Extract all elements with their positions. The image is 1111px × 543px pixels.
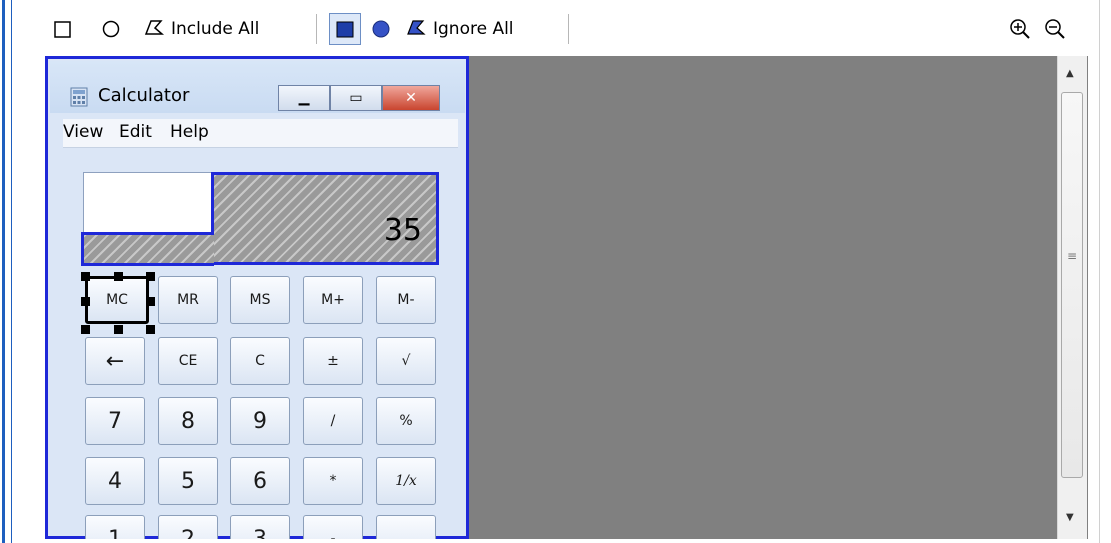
key-mr[interactable]: MR [158, 276, 218, 324]
toolbar-separator [568, 14, 569, 44]
grip-icon: ≡ [1067, 249, 1078, 263]
key-7[interactable]: 7 [85, 397, 145, 445]
selection-handle[interactable] [146, 297, 155, 306]
calculator-titlebar: Calculator ▁ ▭ ✕ [50, 61, 465, 113]
menu-edit[interactable]: Edit [119, 122, 152, 142]
selection-handle[interactable] [146, 272, 155, 281]
toolbar: Include All Ignore All [13, 0, 1111, 52]
maximize-button[interactable]: ▭ [330, 85, 382, 111]
selection-handle[interactable] [81, 297, 90, 306]
minimize-button[interactable]: ▁ [278, 85, 330, 111]
ignore-all-label: Ignore All [433, 19, 514, 39]
key-percent[interactable]: % [376, 397, 436, 445]
vertical-scrollbar[interactable]: ▲ ≡ ▼ [1057, 56, 1087, 539]
calculator-app-icon [70, 87, 88, 111]
key-ce[interactable]: CE [158, 337, 218, 385]
key-sqrt[interactable]: √ [376, 337, 436, 385]
key-5[interactable]: 5 [158, 457, 218, 505]
calculator-menubar: View Edit Help [63, 119, 458, 148]
toolbar-separator [316, 14, 317, 44]
include-all-label: Include All [171, 19, 260, 39]
calculator-title: Calculator [98, 85, 190, 106]
maximize-icon: ▭ [349, 90, 363, 106]
selection-handle[interactable] [81, 325, 90, 334]
calculator-window: Calculator ▁ ▭ ✕ View Edit Help 35 MC MR… [45, 56, 469, 539]
selection-handle[interactable] [114, 272, 123, 281]
rectangle-tool-icon[interactable] [53, 16, 73, 42]
editor-frame: Include All Ignore All Calculator ▁ ▭ ✕ … [13, 0, 1100, 543]
scroll-up-icon[interactable]: ▲ [1066, 68, 1074, 79]
selection-handle[interactable] [81, 272, 90, 281]
include-all-button[interactable]: Include All [143, 16, 259, 42]
scroll-down-icon[interactable]: ▼ [1066, 512, 1074, 523]
scrollbar-thumb[interactable]: ≡ [1061, 92, 1083, 478]
key-ms[interactable]: MS [230, 276, 290, 324]
selection-handle[interactable] [114, 325, 123, 334]
window-controls: ▁ ▭ ✕ [278, 85, 440, 111]
zoom-out-icon[interactable] [1043, 16, 1067, 42]
ignore-region-display-bottom[interactable] [81, 232, 214, 266]
key-6[interactable]: 6 [230, 457, 290, 505]
key-blank[interactable] [376, 515, 436, 539]
key-2[interactable]: 2 [158, 515, 218, 539]
selection-handle[interactable] [146, 325, 155, 334]
key-9[interactable]: 9 [230, 397, 290, 445]
key-c[interactable]: C [230, 337, 290, 385]
canvas-viewport[interactable]: Calculator ▁ ▭ ✕ View Edit Help 35 MC MR… [45, 56, 1088, 539]
close-icon: ✕ [405, 90, 417, 106]
close-button[interactable]: ✕ [382, 85, 440, 111]
filled-ellipse-tool-icon[interactable] [371, 16, 391, 42]
zoom-in-icon[interactable] [1008, 16, 1032, 42]
key-4[interactable]: 4 [85, 457, 145, 505]
ellipse-tool-icon[interactable] [101, 16, 121, 42]
key-3[interactable]: 3 [230, 515, 290, 539]
key-subtract[interactable]: - [303, 515, 363, 539]
key-8[interactable]: 8 [158, 397, 218, 445]
polygon-tool-icon [143, 17, 165, 42]
display-value: 35 [383, 213, 422, 248]
filled-polygon-tool-icon [405, 17, 427, 42]
key-divide[interactable]: / [303, 397, 363, 445]
key-multiply[interactable]: * [303, 457, 363, 505]
ignore-all-button[interactable]: Ignore All [405, 16, 514, 42]
left-border [0, 0, 12, 543]
key-m-minus[interactable]: M- [376, 276, 436, 324]
menu-view[interactable]: View [63, 122, 103, 142]
minimize-icon: ▁ [298, 90, 310, 106]
menu-help[interactable]: Help [170, 122, 209, 142]
key-m-plus[interactable]: M+ [303, 276, 363, 324]
calculator-display: 35 [81, 172, 439, 266]
filled-rectangle-tool-icon[interactable] [335, 16, 355, 42]
key-mc[interactable]: MC [85, 276, 149, 324]
key-1[interactable]: 1 [85, 515, 145, 539]
key-reciprocal[interactable]: 1/x [376, 457, 436, 505]
key-backspace[interactable]: ← [85, 337, 145, 385]
key-plus-minus[interactable]: ± [303, 337, 363, 385]
